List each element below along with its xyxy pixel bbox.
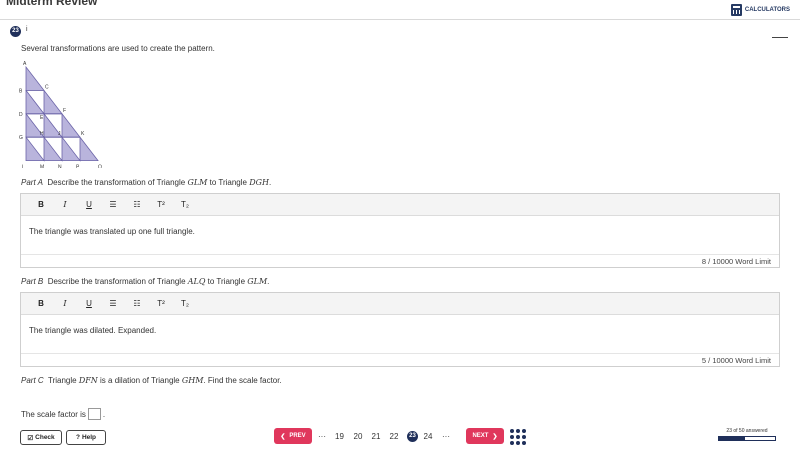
question-grid-icon[interactable] bbox=[510, 429, 526, 445]
scale-factor-suffix: . bbox=[102, 409, 106, 419]
vertex-label-G: G bbox=[19, 135, 23, 141]
part-a-editor: B I U ☰ ☷ T² T₂ The triangle was transla… bbox=[20, 193, 780, 268]
scale-factor-label: The scale factor is bbox=[21, 409, 86, 419]
italic-button[interactable]: I bbox=[53, 200, 77, 209]
top-bar: Midterm Review CALCULATORS bbox=[0, 0, 800, 20]
help-icon: ? bbox=[75, 434, 80, 441]
vertex-label-B: B bbox=[19, 88, 23, 94]
part-b-toolbar: B I U ☰ ☷ T² T₂ bbox=[21, 293, 779, 315]
vertex-label-Q: Q bbox=[98, 165, 102, 168]
calculator-icon bbox=[730, 4, 742, 16]
page-link-22[interactable]: 22 bbox=[385, 432, 403, 441]
prev-label: PREV bbox=[289, 433, 306, 439]
part-a-label: Part A bbox=[21, 178, 43, 187]
superscript-button[interactable]: T² bbox=[149, 299, 173, 308]
part-c-label: Part C bbox=[21, 376, 44, 385]
part-c-prompt: Part C Triangle DFN is a dilation of Tri… bbox=[21, 376, 282, 385]
part-b-triangle-1: ALQ bbox=[187, 277, 206, 286]
page-link-20[interactable]: 20 bbox=[349, 432, 367, 441]
progress-text: 23 of 50 answered bbox=[726, 428, 768, 434]
subscript-button[interactable]: T₂ bbox=[173, 299, 197, 308]
page-link-24[interactable]: 24 bbox=[418, 432, 438, 441]
vertex-label-F: F bbox=[63, 108, 66, 114]
chevron-left-icon: ❮ bbox=[280, 433, 286, 440]
part-a-triangle-1: GLM bbox=[187, 178, 208, 187]
progress-fill bbox=[719, 437, 745, 440]
underline-button[interactable]: U bbox=[77, 200, 101, 209]
page-link-current[interactable]: 23 bbox=[407, 430, 418, 442]
part-c-text-after: . Find the scale factor. bbox=[203, 376, 282, 385]
part-a-prompt: Part A Describe the transformation of Tr… bbox=[21, 178, 271, 187]
vertex-label-H: H bbox=[40, 131, 44, 137]
vertex-label-L: L bbox=[22, 165, 25, 168]
part-b-prompt: Part B Describe the transformation of Tr… bbox=[21, 277, 269, 286]
part-b-answer-input[interactable]: The triangle was dilated. Expanded. bbox=[21, 315, 779, 353]
part-c-text: Triangle bbox=[47, 376, 77, 385]
part-c-triangle-1: DFN bbox=[78, 376, 98, 385]
minimize-icon[interactable] bbox=[772, 37, 788, 38]
scale-factor-row: The scale factor is . bbox=[21, 408, 105, 420]
part-b-text-mid: to Triangle bbox=[207, 277, 246, 286]
part-a-text-after: . bbox=[268, 178, 272, 187]
bullet-list-button[interactable]: ☰ bbox=[101, 299, 125, 308]
triangle-pattern-figure: ABCD EFGH J KL M N P Q bbox=[19, 61, 102, 168]
calculators-button[interactable]: CALCULATORS bbox=[730, 2, 790, 18]
part-b-text-after: . bbox=[267, 277, 270, 286]
part-b-editor: B I U ☰ ☷ T² T₂ The triangle was dilated… bbox=[20, 292, 780, 367]
numbered-list-button[interactable]: ☷ bbox=[125, 299, 149, 308]
vertex-label-N: N bbox=[58, 165, 62, 168]
part-a-toolbar: B I U ☰ ☷ T² T₂ bbox=[21, 194, 779, 216]
vertex-label-D: D bbox=[19, 112, 23, 118]
part-a-triangle-2: DGH bbox=[249, 178, 269, 187]
prev-button[interactable]: ❮ PREV bbox=[274, 428, 312, 444]
part-a-answer-input[interactable]: The triangle was translated up one full … bbox=[21, 216, 779, 254]
pagination: ··· 19 20 21 22 23 24 ··· bbox=[314, 430, 454, 442]
part-b-label: Part B bbox=[21, 277, 44, 286]
scale-factor-input[interactable] bbox=[87, 408, 101, 420]
calculators-label: CALCULATORS bbox=[744, 7, 790, 13]
help-label: Help bbox=[81, 434, 97, 441]
italic-button[interactable]: I bbox=[53, 299, 77, 308]
part-c-text-mid: is a dilation of Triangle bbox=[100, 376, 180, 385]
subscript-button[interactable]: T₂ bbox=[173, 200, 197, 209]
next-label: NEXT bbox=[472, 433, 489, 439]
help-button[interactable]: ? Help bbox=[66, 430, 106, 445]
vertex-label-M: M bbox=[40, 165, 44, 168]
numbered-list-button[interactable]: ☷ bbox=[125, 200, 149, 209]
pagination-ellipsis-left[interactable]: ··· bbox=[314, 432, 330, 441]
bold-button[interactable]: B bbox=[29, 299, 53, 308]
part-a-text: Describe the transformation of Triangle bbox=[47, 178, 186, 187]
page-title: Midterm Review bbox=[6, 0, 98, 8]
underline-button[interactable]: U bbox=[77, 299, 101, 308]
check-icon: ☑ bbox=[27, 434, 34, 442]
vertex-label-A: A bbox=[23, 61, 27, 67]
vertex-label-C: C bbox=[45, 84, 49, 90]
vertex-label-P: P bbox=[76, 165, 80, 168]
pagination-ellipsis-right[interactable]: ··· bbox=[438, 432, 454, 441]
part-b-word-count: 5 / 10000 Word Limit bbox=[21, 353, 779, 366]
part-a-text-mid: to Triangle bbox=[209, 178, 247, 187]
next-button[interactable]: NEXT ❯ bbox=[466, 428, 504, 444]
progress-indicator: 23 of 50 answered bbox=[718, 428, 776, 441]
superscript-button[interactable]: T² bbox=[149, 200, 173, 209]
progress-bar bbox=[718, 436, 776, 441]
info-icon[interactable]: i bbox=[26, 26, 28, 33]
part-b-text: Describe the transformation of Triangle bbox=[47, 277, 186, 286]
bullet-list-button[interactable]: ☰ bbox=[101, 200, 125, 209]
part-b-triangle-2: GLM bbox=[247, 277, 268, 286]
chevron-right-icon: ❯ bbox=[492, 433, 498, 440]
part-a-word-count: 8 / 10000 Word Limit bbox=[21, 254, 779, 267]
question-number-badge: 23 bbox=[10, 26, 21, 37]
question-prompt: Several transformations are used to crea… bbox=[21, 44, 215, 53]
page-link-19[interactable]: 19 bbox=[330, 432, 349, 441]
part-c-triangle-2: GHM bbox=[181, 376, 204, 385]
bold-button[interactable]: B bbox=[29, 200, 53, 209]
page-link-21[interactable]: 21 bbox=[367, 432, 385, 441]
vertex-label-K: K bbox=[81, 131, 85, 137]
check-button[interactable]: ☑ Check bbox=[20, 430, 62, 445]
check-label: Check bbox=[35, 434, 55, 441]
